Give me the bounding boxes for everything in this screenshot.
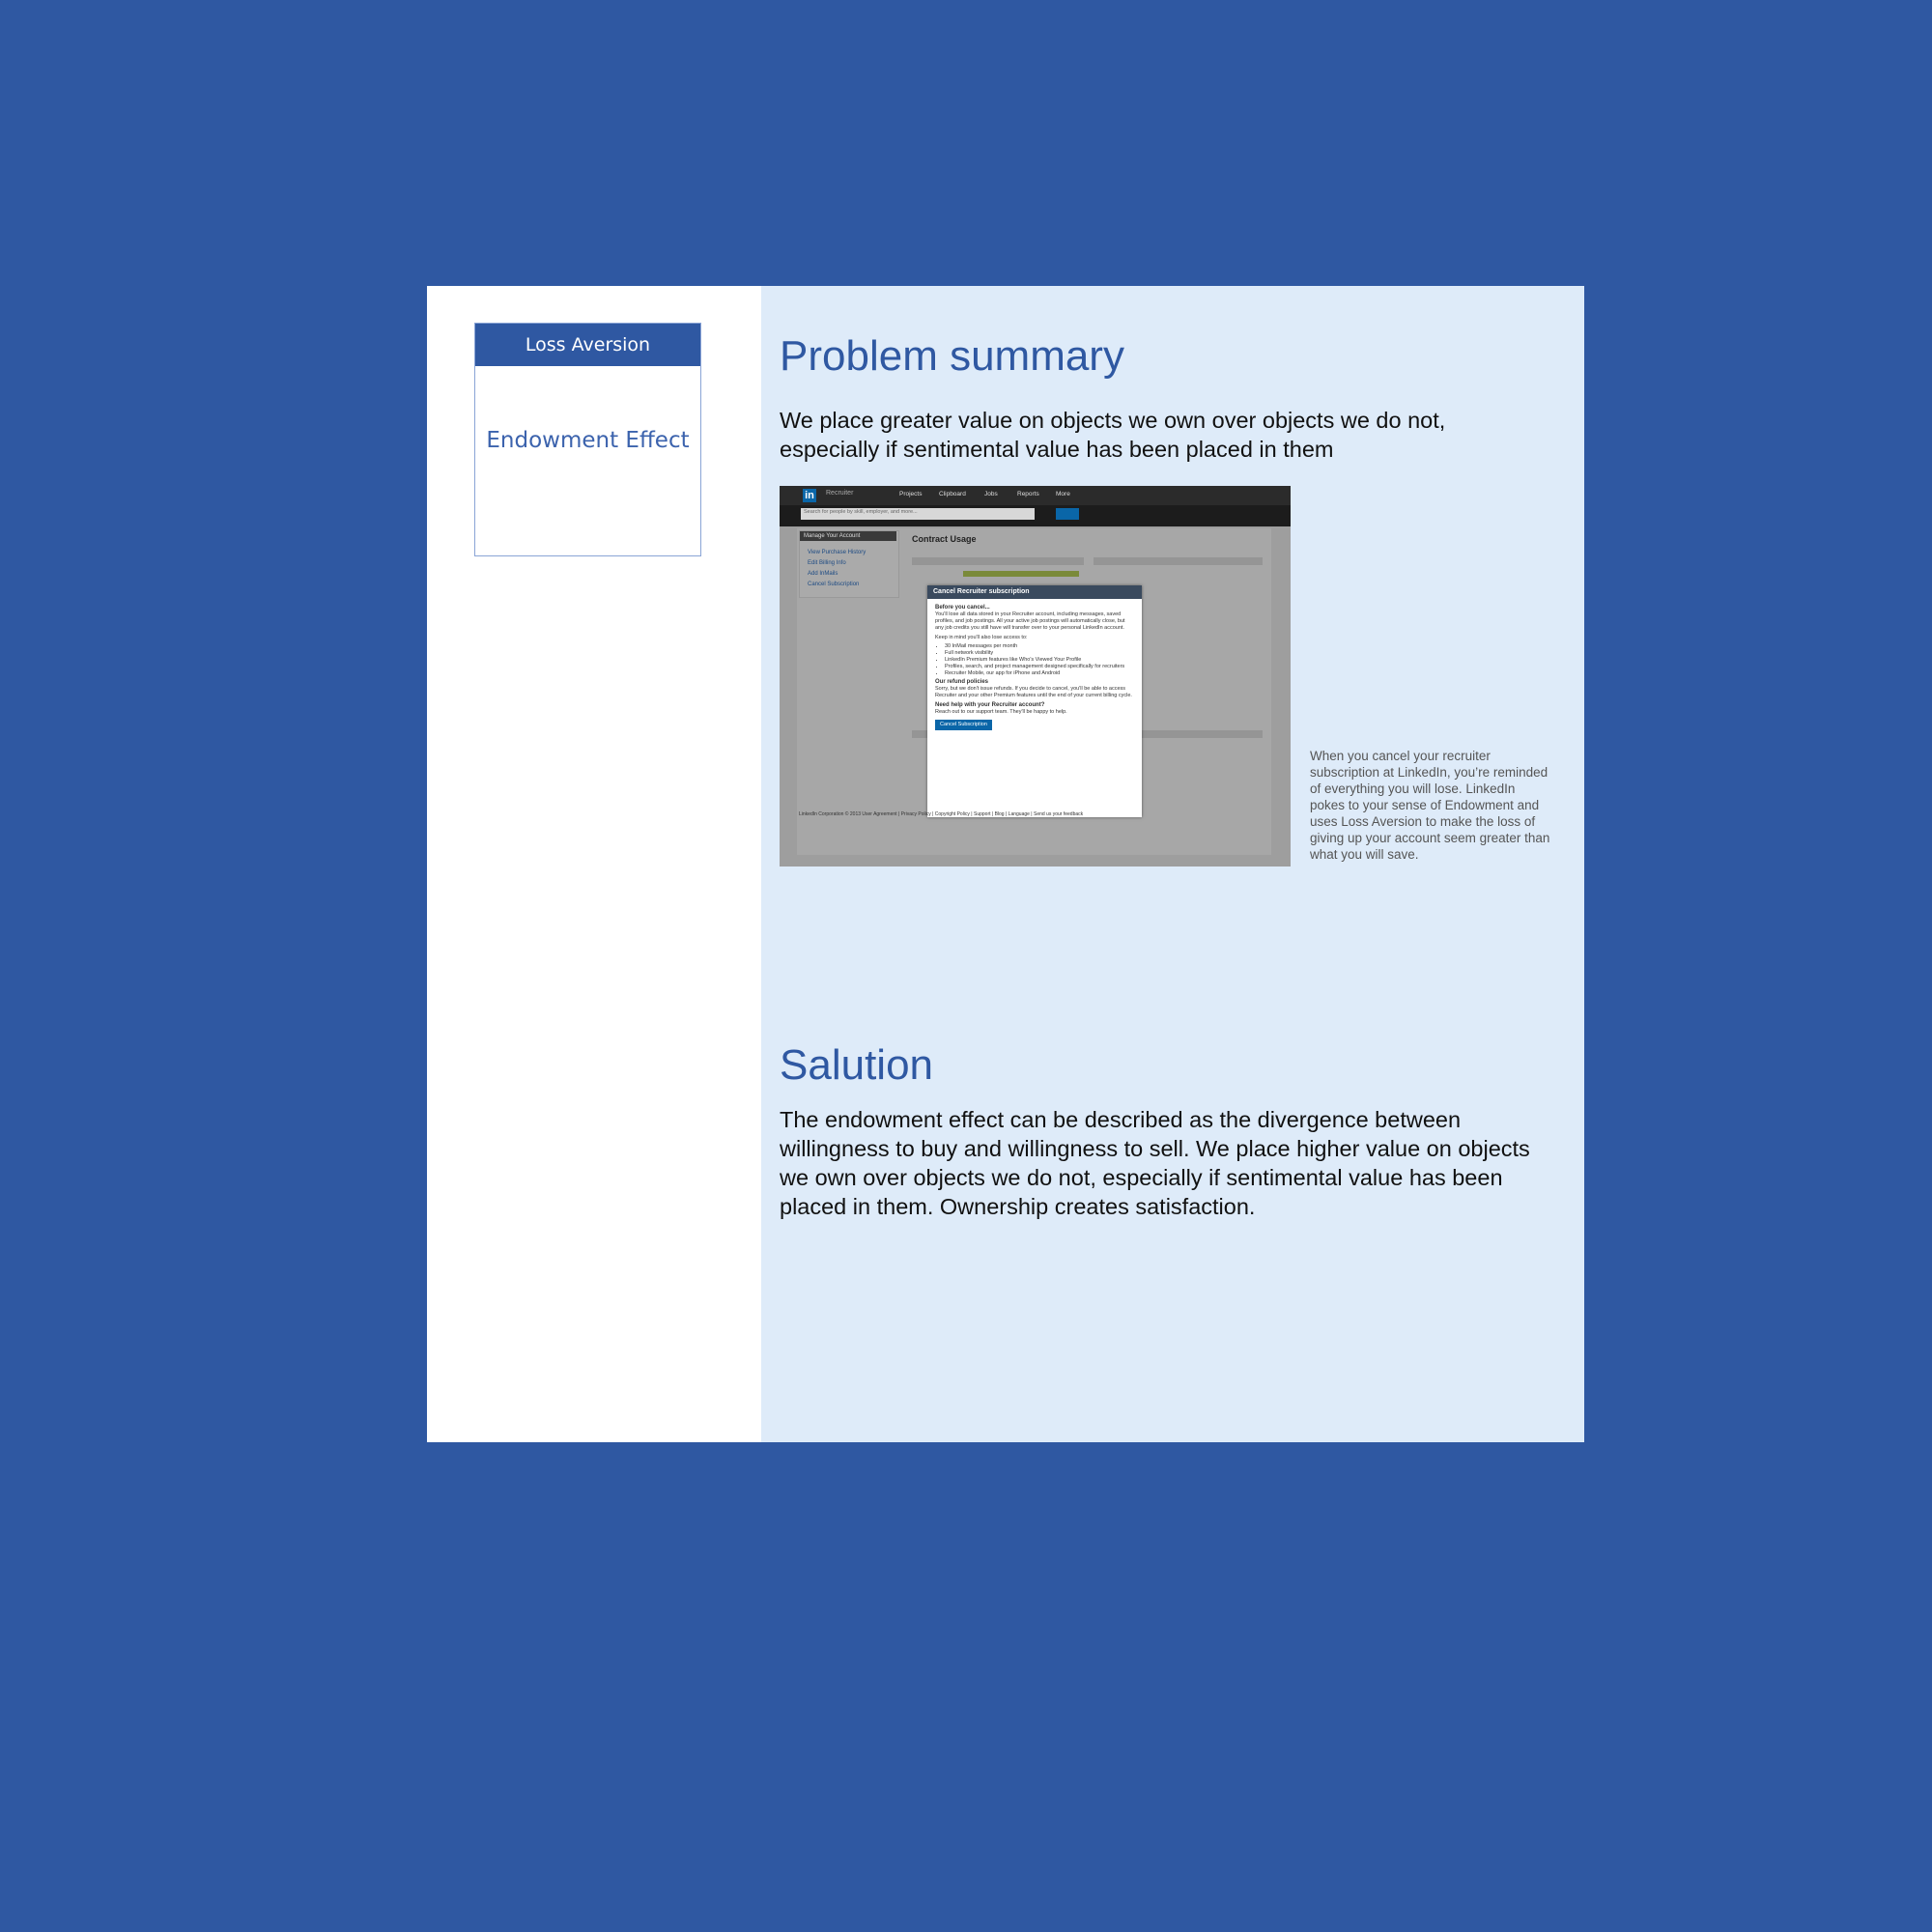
help-heading: Need help with your Recruiter account? <box>935 702 1045 708</box>
nav-item: Projects <box>899 491 923 497</box>
list-item: 30 InMail messages per month <box>945 643 1134 650</box>
side-link: Edit Billing Info <box>808 560 846 566</box>
left-column: Loss Aversion Endowment Effect <box>427 286 761 1442</box>
nav-item: Jobs <box>984 491 998 497</box>
problem-heading: Problem summary <box>780 332 1124 380</box>
concept-card: Loss Aversion Endowment Effect <box>474 323 701 556</box>
search-box: Search for people by skill, employer, an… <box>801 508 1035 520</box>
list-item: Recruiter Mobile, our app for iPhone and… <box>945 670 1134 677</box>
nav-item: Clipboard <box>939 491 966 497</box>
refund-text: Sorry, but we don't issue refunds. If yo… <box>935 686 1132 698</box>
linkedin-screenshot: in Recruiter Projects Clipboard Jobs Rep… <box>780 486 1291 867</box>
side-link: Add InMails <box>808 571 838 577</box>
page-background: { "sidebar": { "category_label": "Loss A… <box>0 0 1932 1932</box>
content-card: Loss Aversion Endowment Effect Problem s… <box>427 286 1584 1442</box>
cancel-subscription-button: Cancel Subscription <box>935 720 992 730</box>
linkedin-logo-icon: in <box>803 489 816 502</box>
search-icon <box>1056 508 1079 520</box>
problem-text: We place greater value on objects we own… <box>780 408 1446 462</box>
modal-list: 30 InMail messages per month Full networ… <box>945 643 1134 677</box>
nav-item: Reports <box>1017 491 1039 497</box>
solution-heading: Salution <box>780 1041 934 1089</box>
solution-text: The endowment effect can be described as… <box>780 1107 1530 1219</box>
modal-intro-heading: Before you cancel... <box>935 605 990 611</box>
nav-item: More <box>1056 491 1070 497</box>
page-footer: LinkedIn Corporation © 2013 User Agreeme… <box>799 811 1084 817</box>
side-panel-heading: Manage Your Account <box>800 531 896 541</box>
usage-bar <box>963 571 1079 577</box>
topic-label: Endowment Effect <box>486 428 690 453</box>
brand-label: Recruiter <box>826 490 854 497</box>
section-strip <box>912 557 1084 565</box>
list-item: Profiles, search, and project management… <box>945 664 1134 670</box>
search-placeholder: Search for people by skill, employer, an… <box>804 509 918 515</box>
modal-intro: You'll lose all data stored in your Recr… <box>935 611 1125 631</box>
list-item: Full network visibility <box>945 650 1134 657</box>
modal-title: Cancel Recruiter subscription <box>927 585 1142 599</box>
section-strip <box>1094 557 1263 565</box>
category-label: Loss Aversion <box>475 324 700 366</box>
modal-keep: Keep in mind you'll also lose access to: <box>935 635 1028 640</box>
refund-heading: Our refund policies <box>935 679 989 685</box>
list-item: LinkedIn Premium features like Who's Vie… <box>945 657 1134 664</box>
help-text: Reach out to our support team. They'll b… <box>935 709 1067 715</box>
main-title: Contract Usage <box>912 534 977 544</box>
side-link: Cancel Subscription <box>808 582 860 587</box>
side-link: View Purchase History <box>808 550 867 555</box>
cancel-modal: Cancel Recruiter subscription Before you… <box>927 585 1142 817</box>
modal-body: Before you cancel... You'll lose all dat… <box>927 599 1142 736</box>
screenshot-caption: When you cancel your recruiter subscript… <box>1310 749 1550 862</box>
